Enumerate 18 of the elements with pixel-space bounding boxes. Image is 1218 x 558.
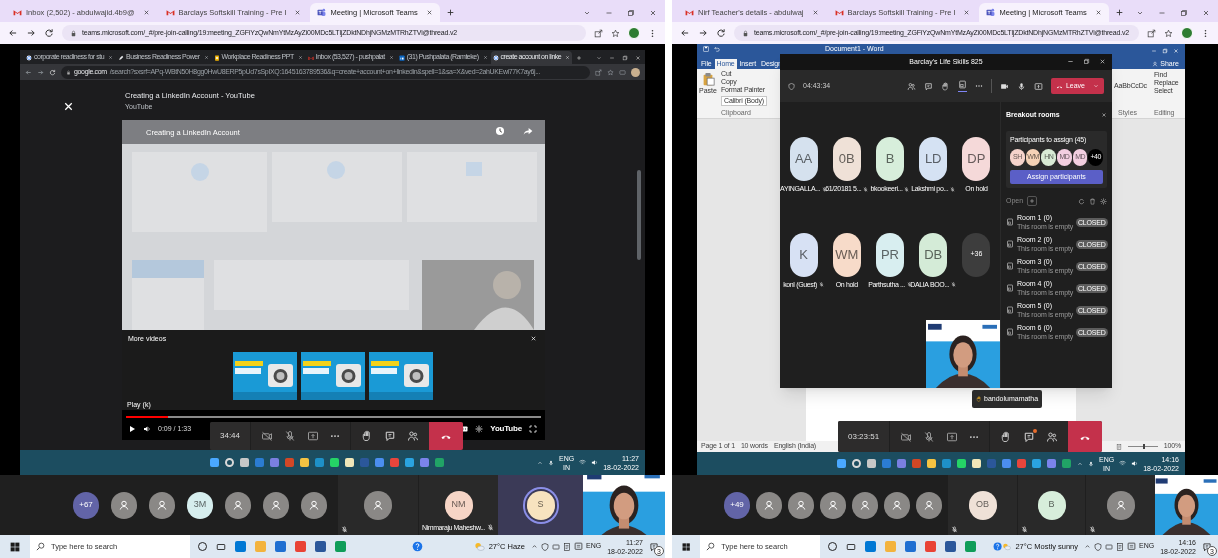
participant-avatar[interactable]: WM [832, 232, 861, 277]
more-participants-avatar[interactable]: +67 [73, 491, 99, 519]
player-logo[interactable]: YouTube [490, 423, 522, 435]
call-timer: 03:23:51 [838, 421, 891, 452]
participant-avatar[interactable]: NM [444, 490, 473, 520]
participant-avatar[interactable]: K [789, 232, 818, 277]
participant-avatar[interactable]: AA [789, 137, 818, 181]
more-participants-avatar[interactable]: +49 [724, 491, 750, 519]
call-timer: 34:44 [210, 422, 252, 450]
participant-avatar[interactable]: B [1037, 490, 1066, 520]
participant-avatar[interactable]: DB [919, 232, 948, 277]
participant-avatar[interactable]: 0B [832, 137, 861, 181]
participant-avatar[interactable]: OB [968, 490, 997, 520]
participant-avatar[interactable]: DP [962, 137, 991, 181]
participant-avatar[interactable]: PR [876, 232, 904, 277]
participant-avatar[interactable]: LD [919, 137, 948, 181]
participant-avatar[interactable]: 3M [187, 491, 213, 519]
participant-avatar[interactable]: B [876, 137, 904, 181]
